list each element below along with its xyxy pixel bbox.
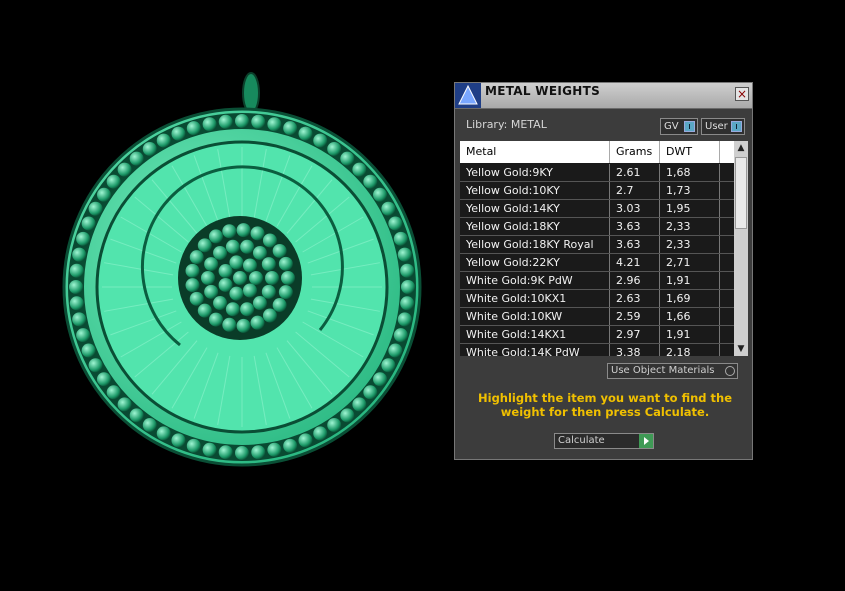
grams-cell: 2.59 bbox=[610, 308, 660, 325]
table-header: Metal Grams DWT bbox=[460, 141, 734, 163]
panel-title: METAL WEIGHTS bbox=[485, 84, 601, 98]
scroll-down-icon[interactable]: ▼ bbox=[734, 342, 748, 356]
dwt-cell: 2,18 bbox=[660, 344, 720, 356]
dwt-cell: 1,91 bbox=[660, 272, 720, 289]
metal-cell: Yellow Gold:18KY bbox=[460, 218, 610, 235]
grams-cell: 3.63 bbox=[610, 236, 660, 253]
user-toggle-icon bbox=[731, 121, 742, 132]
metal-cell: Yellow Gold:14KY bbox=[460, 200, 610, 217]
dwt-cell: 2,33 bbox=[660, 218, 720, 235]
grams-cell: 4.21 bbox=[610, 254, 660, 271]
instruction-text: Highlight the item you want to find the … bbox=[478, 391, 732, 419]
app-logo-icon bbox=[455, 83, 481, 108]
scroll-thumb[interactable] bbox=[735, 157, 747, 229]
header-grams[interactable]: Grams bbox=[610, 141, 660, 163]
dwt-cell: 2,71 bbox=[660, 254, 720, 271]
table-row[interactable]: Yellow Gold:22KY 4.21 2,71 bbox=[460, 254, 734, 272]
header-dwt[interactable]: DWT bbox=[660, 141, 720, 163]
metal-cell: White Gold:14KX1 bbox=[460, 326, 610, 343]
metal-cell: Yellow Gold:10KY bbox=[460, 182, 610, 199]
dwt-cell: 1,69 bbox=[660, 290, 720, 307]
calculate-button[interactable]: Calculate bbox=[554, 433, 654, 449]
table-row[interactable]: White Gold:9K PdW 2.96 1,91 bbox=[460, 272, 734, 290]
dwt-cell: 2,33 bbox=[660, 236, 720, 253]
play-arrow-icon bbox=[639, 434, 653, 448]
use-object-materials-toggle[interactable]: Use Object Materials bbox=[607, 363, 738, 379]
grams-cell: 2.97 bbox=[610, 326, 660, 343]
close-button[interactable]: × bbox=[735, 87, 749, 101]
scroll-up-icon[interactable]: ▲ bbox=[734, 141, 748, 155]
user-toggle[interactable]: User bbox=[701, 118, 745, 135]
gv-toggle-icon bbox=[684, 121, 695, 132]
table-row[interactable]: Yellow Gold:18KY 3.63 2,33 bbox=[460, 218, 734, 236]
gv-label: GV bbox=[664, 121, 679, 132]
metal-cell: White Gold:9K PdW bbox=[460, 272, 610, 289]
grams-cell: 2.63 bbox=[610, 290, 660, 307]
table-row[interactable]: Yellow Gold:14KY 3.03 1,95 bbox=[460, 200, 734, 218]
dwt-cell: 1,95 bbox=[660, 200, 720, 217]
metal-cell: Yellow Gold:22KY bbox=[460, 254, 610, 271]
pendant-model bbox=[62, 72, 422, 467]
metal-weights-panel: METAL WEIGHTS × Library: METAL GV User M… bbox=[454, 82, 753, 460]
table-row[interactable]: Yellow Gold:18KY Royal 3.63 2,33 bbox=[460, 236, 734, 254]
dwt-cell: 1,68 bbox=[660, 164, 720, 181]
grams-cell: 3.03 bbox=[610, 200, 660, 217]
grams-cell: 2.61 bbox=[610, 164, 660, 181]
table-scrollbar[interactable]: ▲ ▼ bbox=[734, 141, 748, 356]
metal-cell: White Gold:10KX1 bbox=[460, 290, 610, 307]
metal-cell: White Gold:10KW bbox=[460, 308, 610, 325]
grams-cell: 2.96 bbox=[610, 272, 660, 289]
grams-cell: 3.63 bbox=[610, 218, 660, 235]
header-metal[interactable]: Metal bbox=[460, 141, 610, 163]
grams-cell: 3.38 bbox=[610, 344, 660, 356]
table-row[interactable]: White Gold:14K PdW 3.38 2,18 bbox=[460, 344, 734, 356]
table-row[interactable]: Yellow Gold:9KY 2.61 1,68 bbox=[460, 164, 734, 182]
dwt-cell: 1,91 bbox=[660, 326, 720, 343]
grams-cell: 2.7 bbox=[610, 182, 660, 199]
table-body: Yellow Gold:9KY 2.61 1,68 Yellow Gold:10KY 2… bbox=[460, 164, 734, 356]
3d-viewport[interactable] bbox=[0, 0, 450, 587]
radio-icon bbox=[725, 366, 735, 376]
table-row[interactable]: Yellow Gold:10KY 2.7 1,73 bbox=[460, 182, 734, 200]
close-icon: × bbox=[736, 87, 748, 101]
dwt-cell: 1,73 bbox=[660, 182, 720, 199]
table-row[interactable]: White Gold:14KX1 2.97 1,91 bbox=[460, 326, 734, 344]
library-label: Library: METAL bbox=[466, 118, 547, 131]
metal-cell: Yellow Gold:9KY bbox=[460, 164, 610, 181]
table-row[interactable]: White Gold:10KX1 2.63 1,69 bbox=[460, 290, 734, 308]
panel-titlebar[interactable]: METAL WEIGHTS × bbox=[455, 83, 752, 109]
metal-cell: White Gold:14K PdW bbox=[460, 344, 610, 356]
metal-table: Metal Grams DWT Yellow Gold:9KY 2.61 1,68 Y… bbox=[460, 141, 748, 356]
use-object-materials-label: Use Object Materials bbox=[611, 365, 715, 376]
user-label: User bbox=[705, 121, 728, 132]
metal-cell: Yellow Gold:18KY Royal bbox=[460, 236, 610, 253]
table-row[interactable]: White Gold:10KW 2.59 1,66 bbox=[460, 308, 734, 326]
gv-toggle[interactable]: GV bbox=[660, 118, 698, 135]
dwt-cell: 1,66 bbox=[660, 308, 720, 325]
calculate-label: Calculate bbox=[558, 435, 605, 446]
